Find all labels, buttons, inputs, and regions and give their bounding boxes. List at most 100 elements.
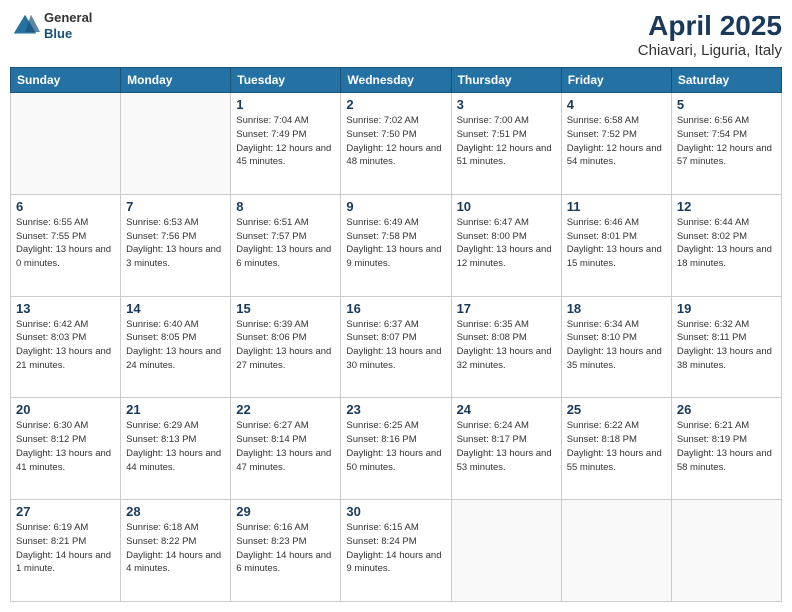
calendar-cell: 10 Sunrise: 6:47 AMSunset: 8:00 PMDayligh… [451, 194, 561, 296]
day-info: Sunrise: 7:00 AMSunset: 7:51 PMDaylight:… [457, 114, 556, 169]
day-number: 18 [567, 301, 666, 316]
day-info: Sunrise: 6:56 AMSunset: 7:54 PMDaylight:… [677, 114, 776, 169]
calendar-cell: 27Sunrise: 6:19 AMSunset: 8:21 PMDayligh… [11, 500, 121, 602]
day-number: 22 [236, 402, 335, 417]
calendar-cell: 30 Sunrise: 6:15 AMSunset: 8:24 PMDayligh… [341, 500, 451, 602]
day-info: Sunrise: 6:51 AMSunset: 7:57 PMDaylight:… [236, 216, 335, 271]
day-number: 7 [126, 199, 225, 214]
day-info: Sunrise: 6:27 AMSunset: 8:14 PMDaylight:… [236, 419, 335, 474]
day-info: Sunrise: 7:04 AMSunset: 7:49 PMDaylight:… [236, 114, 335, 169]
calendar-subtitle: Chiavari, Liguria, Italy [638, 42, 782, 59]
day-info: Sunrise: 6:30 AMSunset: 8:12 PMDaylight:… [16, 419, 115, 474]
day-number: 19 [677, 301, 776, 316]
day-info: Sunrise: 6:37 AMSunset: 8:07 PMDaylight:… [346, 318, 445, 373]
calendar-cell: 6Sunrise: 6:55 AMSunset: 7:55 PMDaylight… [11, 194, 121, 296]
page: General Blue April 2025 Chiavari, Liguri… [0, 0, 792, 612]
day-info: Sunrise: 6:22 AMSunset: 8:18 PMDaylight:… [567, 419, 666, 474]
day-number: 30 [346, 504, 445, 519]
day-info: Sunrise: 6:19 AMSunset: 8:21 PMDaylight:… [16, 521, 115, 576]
day-info: Sunrise: 6:53 AMSunset: 7:56 PMDaylight:… [126, 216, 225, 271]
calendar-cell: 26 Sunrise: 6:21 AMSunset: 8:19 PMDayligh… [671, 398, 781, 500]
weekday-header-monday: Monday [121, 68, 231, 93]
day-info: Sunrise: 6:55 AMSunset: 7:55 PMDaylight:… [16, 216, 115, 271]
day-info: Sunrise: 6:47 AMSunset: 8:00 PMDaylight:… [457, 216, 556, 271]
day-info: Sunrise: 6:42 AMSunset: 8:03 PMDaylight:… [16, 318, 115, 373]
calendar-cell [451, 500, 561, 602]
calendar-cell: 23Sunrise: 6:25 AMSunset: 8:16 PMDayligh… [341, 398, 451, 500]
calendar-cell: 17 Sunrise: 6:35 AMSunset: 8:08 PMDayligh… [451, 296, 561, 398]
calendar-cell: 1 Sunrise: 7:04 AMSunset: 7:49 PMDaylight… [231, 93, 341, 195]
calendar-title: April 2025 [638, 10, 782, 42]
calendar-cell: 24Sunrise: 6:24 AMSunset: 8:17 PMDayligh… [451, 398, 561, 500]
calendar-cell: 3Sunrise: 7:00 AMSunset: 7:51 PMDaylight… [451, 93, 561, 195]
calendar-cell: 20 Sunrise: 6:30 AMSunset: 8:12 PMDayligh… [11, 398, 121, 500]
day-info: Sunrise: 6:16 AMSunset: 8:23 PMDaylight:… [236, 521, 335, 576]
calendar-cell: 13 Sunrise: 6:42 AMSunset: 8:03 PMDayligh… [11, 296, 121, 398]
day-info: Sunrise: 6:18 AMSunset: 8:22 PMDaylight:… [126, 521, 225, 576]
calendar-cell: 4 Sunrise: 6:58 AMSunset: 7:52 PMDaylight… [561, 93, 671, 195]
day-number: 8 [236, 199, 335, 214]
day-number: 20 [16, 402, 115, 417]
logo-general: General [44, 10, 92, 26]
day-number: 17 [457, 301, 556, 316]
weekday-header-wednesday: Wednesday [341, 68, 451, 93]
day-number: 4 [567, 97, 666, 112]
day-number: 21 [126, 402, 225, 417]
calendar-cell: 15 Sunrise: 6:39 AMSunset: 8:06 PMDayligh… [231, 296, 341, 398]
day-info: Sunrise: 6:29 AMSunset: 8:13 PMDaylight:… [126, 419, 225, 474]
calendar-cell: 5Sunrise: 6:56 AMSunset: 7:54 PMDaylight… [671, 93, 781, 195]
calendar-cell: 19 Sunrise: 6:32 AMSunset: 8:11 PMDayligh… [671, 296, 781, 398]
calendar-cell [671, 500, 781, 602]
day-info: Sunrise: 6:40 AMSunset: 8:05 PMDaylight:… [126, 318, 225, 373]
calendar-cell [11, 93, 121, 195]
day-number: 11 [567, 199, 666, 214]
logo: General Blue [10, 10, 92, 41]
day-number: 15 [236, 301, 335, 316]
week-row-4: 20 Sunrise: 6:30 AMSunset: 8:12 PMDayligh… [11, 398, 782, 500]
calendar-cell: 18 Sunrise: 6:34 AMSunset: 8:10 PMDayligh… [561, 296, 671, 398]
calendar-cell: 9Sunrise: 6:49 AMSunset: 7:58 PMDaylight… [341, 194, 451, 296]
day-number: 1 [236, 97, 335, 112]
week-row-3: 13 Sunrise: 6:42 AMSunset: 8:03 PMDayligh… [11, 296, 782, 398]
day-info: Sunrise: 6:58 AMSunset: 7:52 PMDaylight:… [567, 114, 666, 169]
logo-text: General Blue [44, 10, 92, 41]
weekday-header-tuesday: Tuesday [231, 68, 341, 93]
weekday-header-friday: Friday [561, 68, 671, 93]
day-info: Sunrise: 6:15 AMSunset: 8:24 PMDaylight:… [346, 521, 445, 576]
logo-blue: Blue [44, 26, 92, 42]
header: General Blue April 2025 Chiavari, Liguri… [10, 10, 782, 59]
week-row-1: 1 Sunrise: 7:04 AMSunset: 7:49 PMDaylight… [11, 93, 782, 195]
calendar-cell [561, 500, 671, 602]
calendar-cell: 25Sunrise: 6:22 AMSunset: 8:18 PMDayligh… [561, 398, 671, 500]
week-row-5: 27Sunrise: 6:19 AMSunset: 8:21 PMDayligh… [11, 500, 782, 602]
day-number: 13 [16, 301, 115, 316]
calendar-cell: 2Sunrise: 7:02 AMSunset: 7:50 PMDaylight… [341, 93, 451, 195]
weekday-header-saturday: Saturday [671, 68, 781, 93]
day-number: 16 [346, 301, 445, 316]
calendar-cell [121, 93, 231, 195]
day-info: Sunrise: 6:39 AMSunset: 8:06 PMDaylight:… [236, 318, 335, 373]
calendar-cell: 8 Sunrise: 6:51 AMSunset: 7:57 PMDaylight… [231, 194, 341, 296]
logo-icon [10, 11, 40, 41]
calendar-cell: 28 Sunrise: 6:18 AMSunset: 8:22 PMDayligh… [121, 500, 231, 602]
day-info: Sunrise: 6:35 AMSunset: 8:08 PMDaylight:… [457, 318, 556, 373]
weekday-header-thursday: Thursday [451, 68, 561, 93]
week-row-2: 6Sunrise: 6:55 AMSunset: 7:55 PMDaylight… [11, 194, 782, 296]
calendar-cell: 11 Sunrise: 6:46 AMSunset: 8:01 PMDayligh… [561, 194, 671, 296]
day-number: 26 [677, 402, 776, 417]
day-number: 10 [457, 199, 556, 214]
calendar-cell: 21 Sunrise: 6:29 AMSunset: 8:13 PMDayligh… [121, 398, 231, 500]
day-info: Sunrise: 6:32 AMSunset: 8:11 PMDaylight:… [677, 318, 776, 373]
day-info: Sunrise: 7:02 AMSunset: 7:50 PMDaylight:… [346, 114, 445, 169]
day-number: 24 [457, 402, 556, 417]
day-info: Sunrise: 6:46 AMSunset: 8:01 PMDaylight:… [567, 216, 666, 271]
day-info: Sunrise: 6:25 AMSunset: 8:16 PMDaylight:… [346, 419, 445, 474]
day-info: Sunrise: 6:44 AMSunset: 8:02 PMDaylight:… [677, 216, 776, 271]
day-number: 28 [126, 504, 225, 519]
day-number: 12 [677, 199, 776, 214]
calendar-cell: 12 Sunrise: 6:44 AMSunset: 8:02 PMDayligh… [671, 194, 781, 296]
weekday-header-row: SundayMondayTuesdayWednesdayThursdayFrid… [11, 68, 782, 93]
calendar-cell: 14Sunrise: 6:40 AMSunset: 8:05 PMDayligh… [121, 296, 231, 398]
day-info: Sunrise: 6:21 AMSunset: 8:19 PMDaylight:… [677, 419, 776, 474]
day-info: Sunrise: 6:34 AMSunset: 8:10 PMDaylight:… [567, 318, 666, 373]
